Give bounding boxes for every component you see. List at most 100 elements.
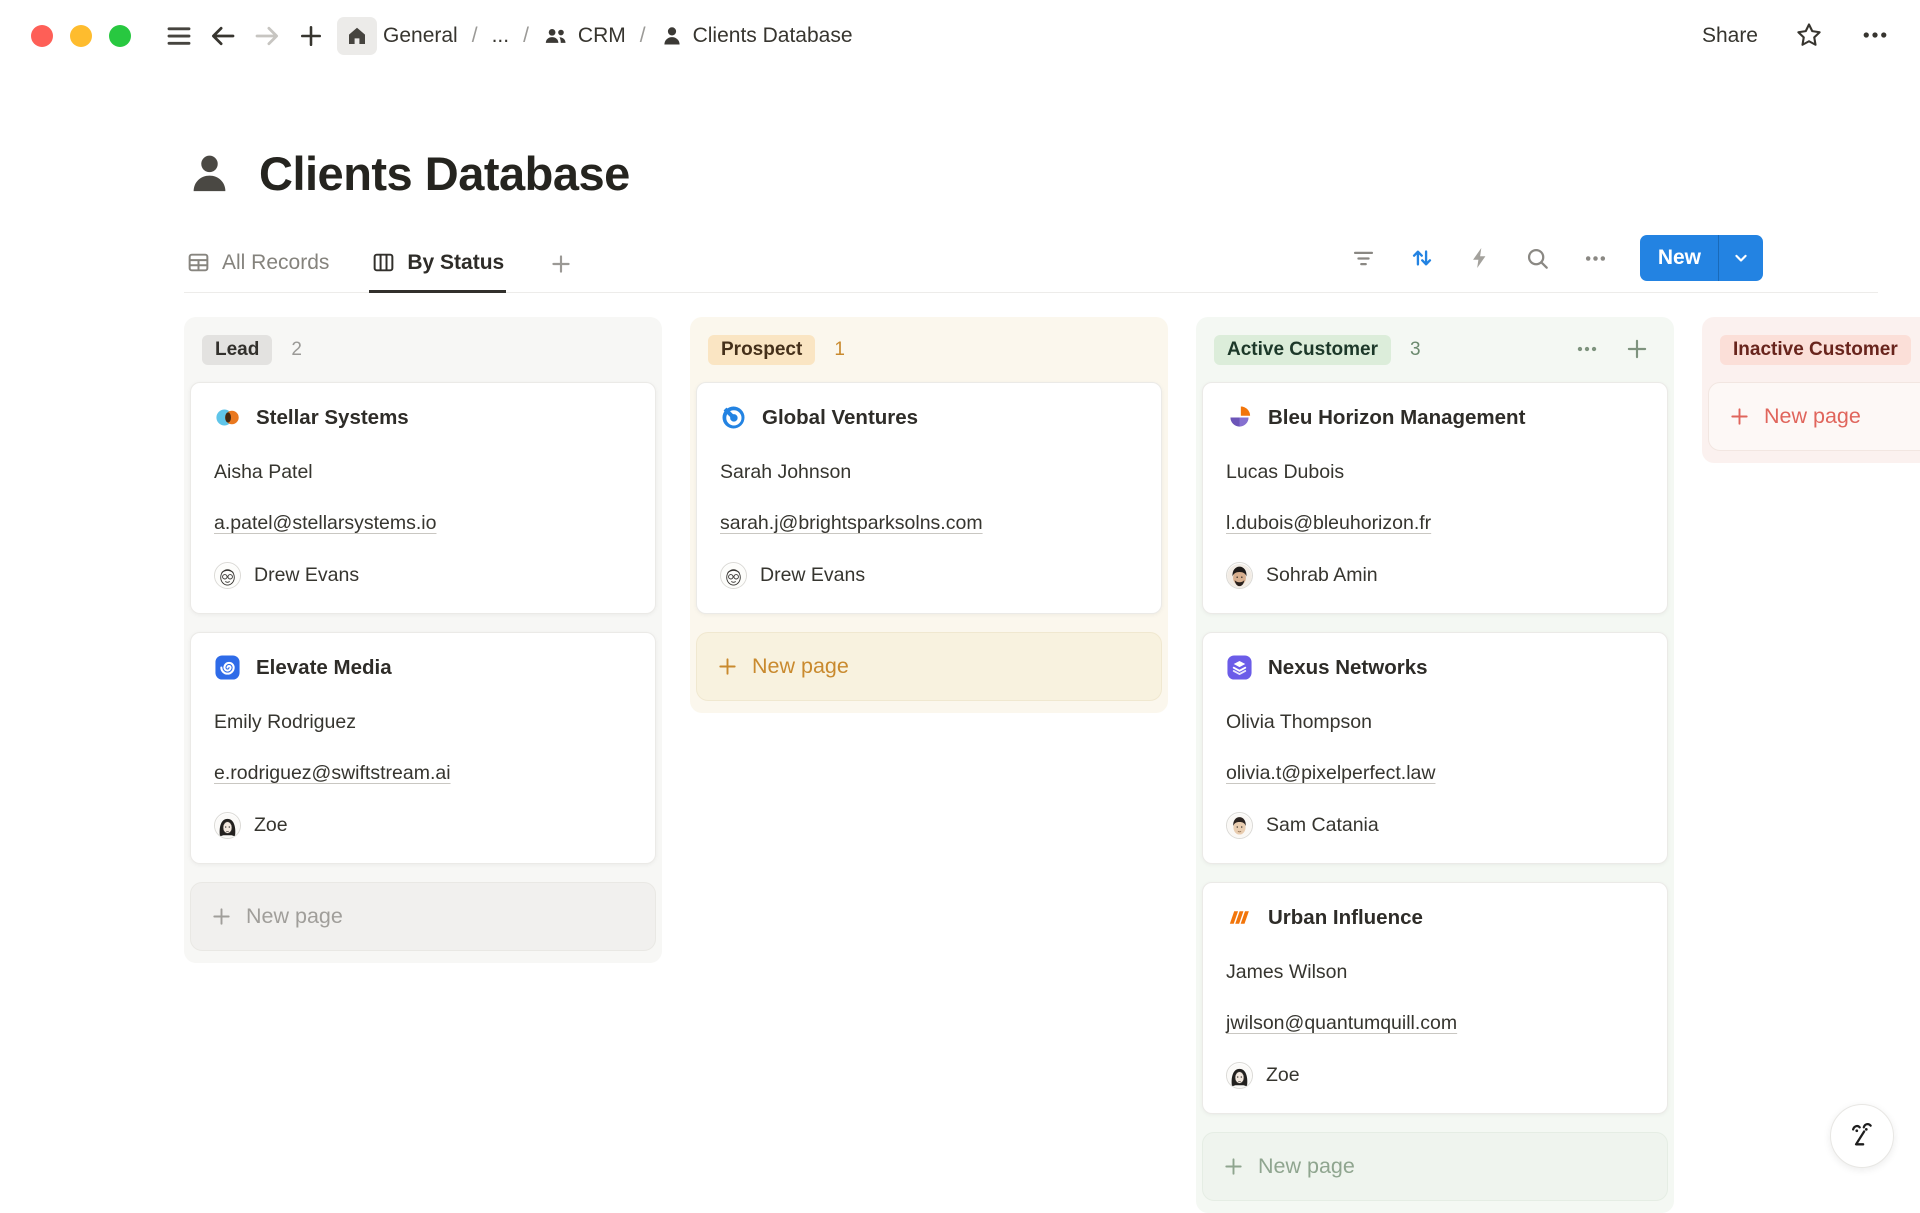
new-record-button[interactable]: New: [1640, 235, 1763, 281]
face-logo-icon: [1843, 1117, 1881, 1155]
breadcrumb-general[interactable]: General: [383, 24, 458, 48]
new-page-button-inactive-customer[interactable]: New page: [1708, 382, 1920, 451]
drew-evans-avatar: [214, 562, 241, 589]
add-view-icon[interactable]: [544, 251, 578, 292]
breadcrumb-separator: /: [472, 24, 478, 48]
column-count: 3: [1410, 339, 1421, 361]
page-person-icon[interactable]: [186, 150, 233, 197]
window-zoom-button[interactable]: [109, 25, 131, 47]
plus-icon: [716, 655, 739, 678]
status-badge-prospect[interactable]: Prospect: [708, 335, 815, 365]
board-column-lead: Lead 2 Stellar Systems Aisha Patel a.pat…: [184, 317, 662, 963]
back-arrow-icon[interactable]: [201, 16, 245, 56]
card-urban-influence[interactable]: Urban Influence James Wilson jwilson@qua…: [1202, 882, 1668, 1114]
card-company-name: Bleu Horizon Management: [1268, 406, 1525, 430]
breadcrumb-clients-database[interactable]: Clients Database: [660, 24, 853, 48]
stripes-icon: [1226, 904, 1253, 931]
new-page-button-prospect[interactable]: New page: [696, 632, 1162, 701]
views-toolbar: All Records By Status New: [184, 235, 1878, 293]
card-global-ventures[interactable]: Global Ventures Sarah Johnson sarah.j@br…: [696, 382, 1162, 614]
filter-icon[interactable]: [1350, 245, 1377, 272]
pie-quarters-icon: [1226, 404, 1253, 431]
column-count: 1: [834, 339, 845, 361]
contact-name: Emily Rodriguez: [214, 711, 632, 734]
plus-icon: [1222, 1155, 1245, 1178]
status-badge-inactive-customer[interactable]: Inactive Customer: [1720, 335, 1911, 365]
contact-name: Aisha Patel: [214, 461, 632, 484]
kanban-board: Lead 2 Stellar Systems Aisha Patel a.pat…: [184, 317, 1920, 1213]
venn-circles-icon: [214, 404, 241, 431]
card-company-name: Elevate Media: [256, 656, 392, 680]
status-badge-active-customer[interactable]: Active Customer: [1214, 335, 1391, 365]
zoe-avatar: [1226, 1062, 1253, 1089]
owner-row: Drew Evans: [720, 562, 1138, 589]
home-icon[interactable]: [337, 17, 377, 55]
sidebar-menu-icon[interactable]: [157, 16, 201, 56]
sam-catania-avatar: [1226, 812, 1253, 839]
person-icon: [660, 24, 684, 48]
breadcrumb-separator: /: [523, 24, 529, 48]
window-close-button[interactable]: [31, 25, 53, 47]
card-elevate-media[interactable]: Elevate Media Emily Rodriguez e.rodrigue…: [190, 632, 656, 864]
owner-row: Sohrab Amin: [1226, 562, 1644, 589]
view-tabs: All Records By Status: [184, 250, 578, 292]
breadcrumb-crm[interactable]: CRM: [543, 23, 626, 49]
more-options-icon[interactable]: [1860, 20, 1890, 53]
tab-all-records[interactable]: All Records: [184, 250, 331, 293]
contact-name: Sarah Johnson: [720, 461, 1138, 484]
owner-name: Drew Evans: [760, 564, 865, 587]
column-count: 2: [291, 339, 302, 361]
favorite-star-icon[interactable]: [1794, 20, 1824, 53]
table-view-icon: [186, 250, 211, 275]
view-more-icon[interactable]: [1582, 245, 1609, 272]
card-nexus-networks[interactable]: Nexus Networks Olivia Thompson olivia.t@…: [1202, 632, 1668, 864]
contact-name: Lucas Dubois: [1226, 461, 1644, 484]
owner-name: Sam Catania: [1266, 814, 1379, 837]
forward-arrow-icon[interactable]: [245, 16, 289, 56]
breadcrumb-ellipsis[interactable]: ...: [492, 24, 510, 48]
owner-row: Zoe: [214, 812, 632, 839]
spiral-icon: [214, 654, 241, 681]
new-page-button-active-customer[interactable]: New page: [1202, 1132, 1668, 1201]
card-company-name: Urban Influence: [1268, 906, 1423, 930]
card-bleu-horizon-management[interactable]: Bleu Horizon Management Lucas Dubois l.d…: [1202, 382, 1668, 614]
zoe-avatar: [214, 812, 241, 839]
page-header: Clients Database: [186, 146, 1920, 201]
layers-icon: [1226, 654, 1253, 681]
column-more-icon[interactable]: [1574, 336, 1600, 365]
column-add-card-icon[interactable]: [1624, 336, 1650, 365]
email-link[interactable]: l.dubois@bleuhorizon.fr: [1226, 512, 1431, 535]
titlebar: General / ... / CRM / Clients Database S…: [0, 0, 1920, 72]
share-button[interactable]: Share: [1702, 24, 1758, 48]
board-column-prospect: Prospect 1 Global Ventures Sarah Johnson…: [690, 317, 1168, 713]
new-tab-plus-icon[interactable]: [289, 16, 333, 56]
board-column-inactive-customer: Inactive Customer New page: [1702, 317, 1920, 463]
automation-lightning-icon[interactable]: [1467, 245, 1493, 271]
window-minimize-button[interactable]: [70, 25, 92, 47]
window-controls: [31, 25, 131, 47]
plus-icon: [210, 905, 233, 928]
tab-by-status[interactable]: By Status: [369, 250, 506, 293]
email-link[interactable]: jwilson@quantumquill.com: [1226, 1012, 1457, 1035]
board-view-icon: [371, 250, 396, 275]
ring-icon: [720, 404, 747, 431]
search-icon[interactable]: [1524, 245, 1551, 272]
titlebar-actions: Share: [1702, 20, 1890, 53]
status-badge-lead[interactable]: Lead: [202, 335, 272, 365]
new-page-button-lead[interactable]: New page: [190, 882, 656, 951]
owner-row: Zoe: [1226, 1062, 1644, 1089]
card-company-name: Global Ventures: [762, 406, 918, 430]
contact-name: Olivia Thompson: [1226, 711, 1644, 734]
email-link[interactable]: sarah.j@brightsparksolns.com: [720, 512, 983, 535]
email-link[interactable]: a.patel@stellarsystems.io: [214, 512, 436, 535]
page-title[interactable]: Clients Database: [259, 146, 630, 201]
card-stellar-systems[interactable]: Stellar Systems Aisha Patel a.patel@stel…: [190, 382, 656, 614]
email-link[interactable]: e.rodriguez@swiftstream.ai: [214, 762, 451, 785]
assistant-face-button[interactable]: [1830, 1104, 1894, 1168]
chevron-down-icon[interactable]: [1718, 235, 1763, 281]
email-link[interactable]: olivia.t@pixelperfect.law: [1226, 762, 1435, 785]
card-company-name: Stellar Systems: [256, 406, 409, 430]
contact-name: James Wilson: [1226, 961, 1644, 984]
sort-icon[interactable]: [1408, 244, 1436, 272]
breadcrumb: General / ... / CRM / Clients Database: [383, 23, 853, 49]
